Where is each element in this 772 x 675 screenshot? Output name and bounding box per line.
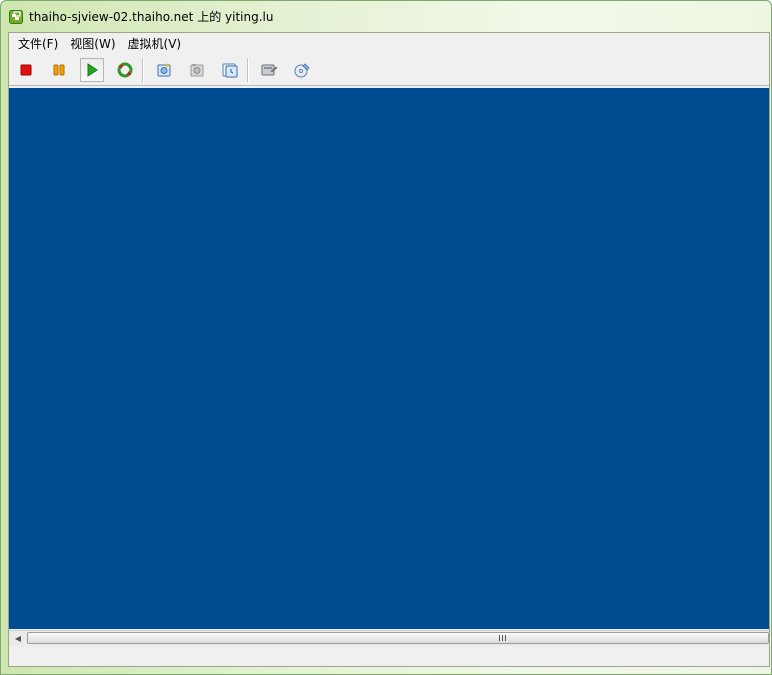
grip-icon [499, 635, 506, 641]
horizontal-scrollbar[interactable]: ◀ [9, 630, 769, 646]
vm-settings-button[interactable] [257, 58, 281, 82]
vm-console-display[interactable] [9, 88, 769, 629]
power-off-button[interactable] [14, 58, 38, 82]
menu-bar: 文件(F) 视图(W) 虚拟机(V) [9, 33, 769, 55]
pause-icon [53, 64, 65, 76]
status-bar [9, 646, 769, 666]
menu-file[interactable]: 文件(F) [12, 34, 64, 54]
scroll-left-arrow-icon[interactable]: ◀ [11, 631, 25, 646]
connect-devices-button[interactable] [290, 58, 314, 82]
revert-snapshot-button[interactable] [185, 58, 209, 82]
menu-vm[interactable]: 虚拟机(V) [122, 34, 188, 54]
scrollbar-thumb[interactable] [27, 632, 769, 644]
cd-devices-icon [294, 63, 310, 78]
menu-view[interactable]: 视图(W) [64, 34, 121, 54]
reset-button[interactable] [113, 58, 137, 82]
power-on-button[interactable] [80, 58, 104, 82]
snapshot-manager-button[interactable] [218, 58, 242, 82]
client-area: 文件(F) 视图(W) 虚拟机(V) ◀ [8, 32, 770, 667]
vm-console-window: thaiho-sjview-02.thaiho.net 上的 yiting.lu… [0, 0, 772, 675]
toolbar-separator [247, 58, 249, 82]
title-bar[interactable]: thaiho-sjview-02.thaiho.net 上的 yiting.lu [1, 1, 771, 32]
window-title: thaiho-sjview-02.thaiho.net 上的 yiting.lu [29, 10, 274, 24]
toolbar-separator [142, 58, 144, 82]
take-snapshot-button[interactable] [152, 58, 176, 82]
snapshot-manager-icon [222, 63, 238, 78]
play-icon [87, 63, 98, 77]
stop-square-icon [20, 64, 32, 76]
refresh-icon [117, 62, 133, 78]
toolbar [9, 55, 769, 86]
suspend-button[interactable] [47, 58, 71, 82]
vsphere-app-icon [9, 9, 23, 24]
vm-settings-icon [261, 64, 278, 76]
snapshot-take-icon [157, 63, 171, 77]
snapshot-revert-icon [190, 64, 204, 77]
